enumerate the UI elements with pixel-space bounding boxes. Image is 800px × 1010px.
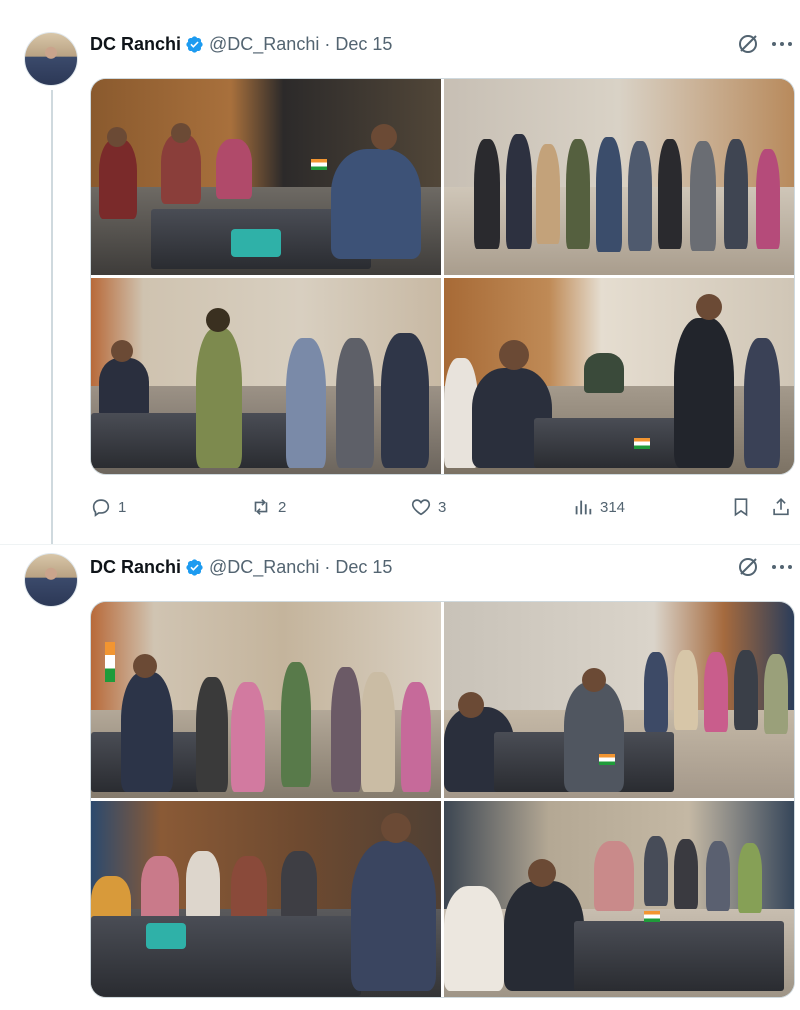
repost-count: 2 xyxy=(278,498,287,516)
photo-2[interactable] xyxy=(444,602,794,798)
grok-icon[interactable] xyxy=(736,555,760,579)
reply-icon xyxy=(92,499,110,517)
share-icon xyxy=(773,498,789,516)
verified-badge-icon[interactable] xyxy=(185,35,204,54)
photo-4[interactable] xyxy=(444,278,794,474)
more-options-icon[interactable] xyxy=(770,555,794,579)
photo-3[interactable] xyxy=(91,801,441,997)
repost-icon xyxy=(254,499,268,515)
repost-button[interactable]: 2 xyxy=(250,494,286,520)
tweet-header: DC Ranchi @DC_Ranchi · Dec 15 xyxy=(90,32,392,56)
tweet-header: DC Ranchi @DC_Ranchi · Dec 15 xyxy=(90,555,392,579)
photo-4[interactable] xyxy=(444,801,794,997)
reply-button[interactable]: 1 xyxy=(90,494,126,520)
tweet-date[interactable]: Dec 15 xyxy=(335,557,392,578)
bookmark-icon xyxy=(734,498,748,517)
author-name[interactable]: DC Ranchi xyxy=(90,557,181,578)
views-chart-icon xyxy=(575,500,592,515)
author-name[interactable]: DC Ranchi xyxy=(90,34,181,55)
heart-icon xyxy=(411,499,431,516)
tweet-date[interactable]: Dec 15 xyxy=(335,34,392,55)
media-grid xyxy=(90,601,795,998)
photo-3[interactable] xyxy=(91,278,441,474)
separator-dot: · xyxy=(324,556,331,577)
photo-2[interactable] xyxy=(444,79,794,275)
tweet-actions: 1 2 3 314 xyxy=(90,494,795,520)
like-button[interactable]: 3 xyxy=(410,494,446,520)
separator-dot: · xyxy=(324,33,331,54)
media-grid xyxy=(90,78,795,475)
share-button[interactable] xyxy=(770,494,792,520)
view-count: 314 xyxy=(600,498,626,516)
bookmark-button[interactable] xyxy=(730,494,752,520)
tweet-2[interactable]: DC Ranchi @DC_Ranchi · Dec 15 xyxy=(0,545,800,1010)
verified-badge-icon[interactable] xyxy=(185,558,204,577)
avatar[interactable] xyxy=(24,553,78,607)
grok-icon[interactable] xyxy=(736,32,760,56)
tweet-1[interactable]: DC Ranchi @DC_Ranchi · Dec 15 1 2 3 314 xyxy=(0,0,800,545)
reply-count: 1 xyxy=(118,498,127,516)
more-options-icon[interactable] xyxy=(770,32,794,56)
author-handle[interactable]: @DC_Ranchi xyxy=(209,34,319,55)
views-button[interactable]: 314 xyxy=(572,494,625,520)
author-handle[interactable]: @DC_Ranchi xyxy=(209,557,319,578)
avatar[interactable] xyxy=(24,32,78,86)
photo-1[interactable] xyxy=(91,602,441,798)
photo-1[interactable] xyxy=(91,79,441,275)
like-count: 3 xyxy=(438,498,447,516)
